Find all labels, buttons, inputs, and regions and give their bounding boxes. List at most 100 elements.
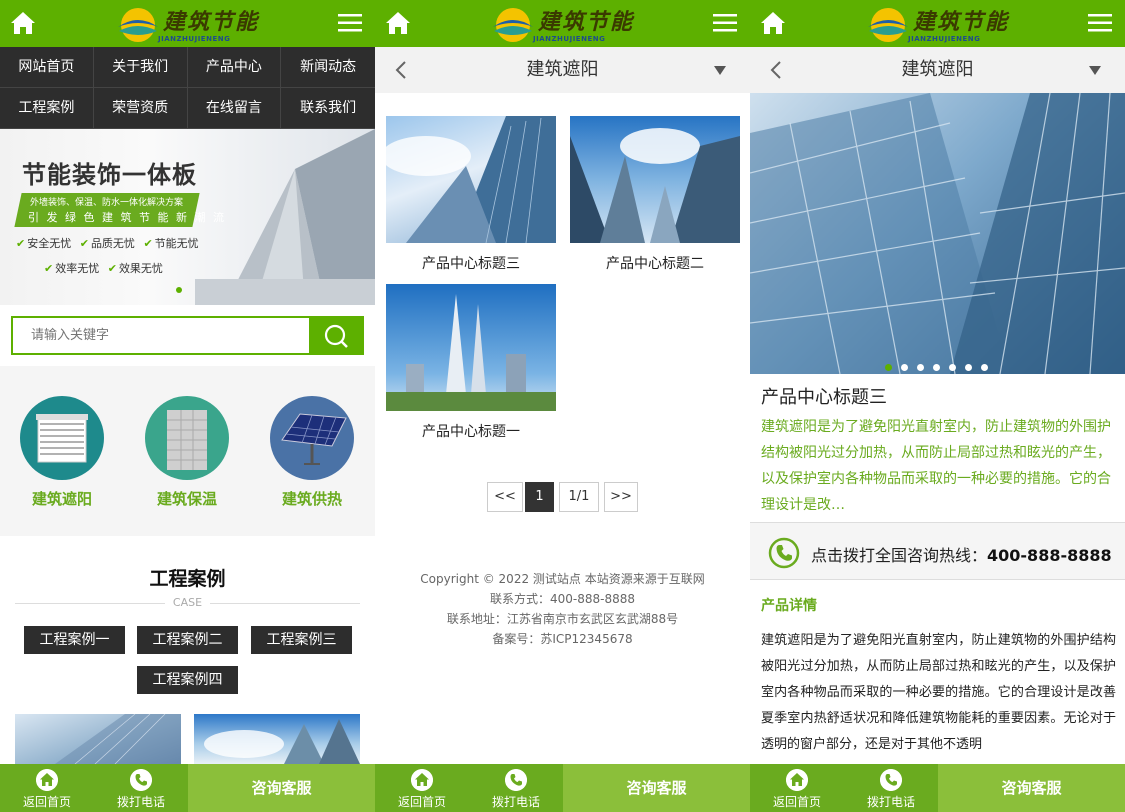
home-icon xyxy=(36,769,58,791)
hotline-number[interactable]: 400-888-8888 xyxy=(987,546,1112,565)
menu-icon[interactable] xyxy=(713,13,737,33)
case-image-2[interactable] xyxy=(194,714,360,764)
bottom-bar: 返回首页 拨打电话 咨询客服 xyxy=(750,764,1125,812)
search-input[interactable] xyxy=(13,318,311,353)
nav-item-about[interactable]: 关于我们 xyxy=(93,47,188,88)
hero-dot[interactable] xyxy=(965,364,972,371)
phone-icon xyxy=(768,537,800,569)
top-bar: 建筑节能 JIANZHUJIENENG xyxy=(750,0,1125,47)
phone-icon xyxy=(505,769,527,791)
logo-emblem-icon xyxy=(868,8,908,42)
consult-button[interactable]: 咨询客服 xyxy=(563,764,750,812)
logo-subtext: JIANZHUJIENENG xyxy=(908,35,981,43)
hotline-label: 点击拨打全国咨询热线： xyxy=(811,546,988,565)
footer-address: 联系地址：江苏省南京市玄武区玄武湖88号 xyxy=(446,612,679,626)
product-card[interactable]: 产品中心标题二 xyxy=(570,116,740,273)
logo[interactable]: 建筑节能 JIANZHUJIENENG xyxy=(115,2,265,46)
category-label: 建筑供热 xyxy=(281,490,342,508)
banner-pager-dot[interactable] xyxy=(176,287,182,293)
hero-pager-dots xyxy=(885,356,997,374)
footer-icp: 备案号：苏ICP12345678 xyxy=(492,632,633,646)
footer-phone: 联系方式：400-888-8888 xyxy=(489,592,635,606)
nav-item-home[interactable]: 网站首页 xyxy=(0,47,94,88)
hero-dot[interactable] xyxy=(981,364,988,371)
case-button-1[interactable]: 工程案例一 xyxy=(24,626,125,654)
main-nav: 网站首页 关于我们 产品中心 新闻动态 工程案例 荣营资质 在线留言 联系我们 xyxy=(0,47,375,129)
home-screen: 建筑节能 JIANZHUJIENENG 网站首页 关于我们 产品中心 新闻动态 … xyxy=(0,0,375,812)
bottom-call-button[interactable]: 拨打电话 xyxy=(844,764,938,812)
sub-header: 建筑遮阳 xyxy=(375,47,750,93)
category-insulation[interactable]: 建筑保温 xyxy=(145,396,229,509)
consult-button[interactable]: 咨询客服 xyxy=(938,764,1125,812)
logo-text: 建筑节能 xyxy=(163,9,260,35)
hero-dot[interactable] xyxy=(933,364,940,371)
product-detail-screen: 建筑节能 JIANZHUJIENENG 建筑遮阳 产品中心标题三 建筑遮阳是为了… xyxy=(750,0,1125,812)
bottom-home-button[interactable]: 返回首页 xyxy=(0,764,94,812)
home-icon[interactable] xyxy=(385,10,411,36)
nav-item-products[interactable]: 产品中心 xyxy=(187,47,282,88)
menu-icon[interactable] xyxy=(338,13,362,33)
check-quality: 品质无忧 xyxy=(90,237,135,250)
product-list-screen: 建筑节能 JIANZHUJIENENG 建筑遮阳 产品中心标题三 产品中心标题二… xyxy=(375,0,750,812)
logo-emblem-icon xyxy=(118,8,158,42)
bottom-home-button[interactable]: 返回首页 xyxy=(375,764,469,812)
nav-item-news[interactable]: 新闻动态 xyxy=(281,47,375,88)
case-button-3[interactable]: 工程案例三 xyxy=(251,626,352,654)
category-heating[interactable]: 建筑供热 xyxy=(270,396,354,509)
pager-next-button[interactable]: >> xyxy=(604,482,638,512)
banner-subtitle-2: 引 发 绿 色 建 筑 节 能 新 潮 流 xyxy=(28,211,226,224)
hero-dot[interactable] xyxy=(901,364,908,371)
bottom-call-label: 拨打电话 xyxy=(866,795,915,809)
home-icon[interactable] xyxy=(10,10,36,36)
bottom-home-button[interactable]: 返回首页 xyxy=(750,764,844,812)
chevron-down-icon[interactable] xyxy=(714,66,726,75)
detail-body: 建筑遮阳是为了避免阳光直射室内，防止建筑物的外围护结构被阳光过分加热，从而防止局… xyxy=(761,633,1116,752)
category-label: 建筑保温 xyxy=(156,490,217,508)
nav-item-message[interactable]: 在线留言 xyxy=(187,88,282,129)
case-button-2[interactable]: 工程案例二 xyxy=(137,626,238,654)
hero-dot[interactable] xyxy=(917,364,924,371)
logo[interactable]: 建筑节能 JIANZHUJIENENG xyxy=(865,2,1015,46)
bottom-call-button[interactable]: 拨打电话 xyxy=(469,764,563,812)
menu-icon[interactable] xyxy=(1088,13,1112,33)
nav-item-honors[interactable]: 荣营资质 xyxy=(93,88,188,129)
case-button-4[interactable]: 工程案例四 xyxy=(137,666,238,694)
logo-text: 建筑节能 xyxy=(913,9,1010,35)
home-icon xyxy=(786,769,808,791)
search-button[interactable] xyxy=(309,318,362,353)
product-image xyxy=(386,116,556,243)
logo-text: 建筑节能 xyxy=(538,9,635,35)
bottom-call-label: 拨打电话 xyxy=(491,795,540,809)
pager-current-page[interactable]: 1 xyxy=(525,482,554,512)
back-chevron-icon[interactable] xyxy=(395,61,407,79)
product-title: 产品中心标题三 xyxy=(761,387,887,408)
nav-item-cases[interactable]: 工程案例 xyxy=(0,88,94,129)
check-safe: 安全无忧 xyxy=(27,237,72,250)
top-bar: 建筑节能 JIANZHUJIENENG xyxy=(375,0,750,47)
product-card[interactable]: 产品中心标题一 xyxy=(386,284,556,441)
hero-dot[interactable] xyxy=(949,364,956,371)
shading-icon xyxy=(20,396,104,480)
top-bar: 建筑节能 JIANZHUJIENENG xyxy=(0,0,375,47)
nav-item-contact[interactable]: 联系我们 xyxy=(281,88,375,129)
pager-prev-button[interactable]: << xyxy=(487,482,523,512)
category-shading[interactable]: 建筑遮阳 xyxy=(20,396,104,509)
banner-title: 节能装饰一体板 xyxy=(22,161,197,189)
pager-total: 1/1 xyxy=(559,482,599,512)
consult-button[interactable]: 咨询客服 xyxy=(188,764,375,812)
product-card[interactable]: 产品中心标题三 xyxy=(386,116,556,273)
logo-subtext: JIANZHUJIENENG xyxy=(533,35,606,43)
banner-checks-row-1: ✔ 安全无忧 ✔ 品质无忧 ✔ 节能无忧 xyxy=(16,237,199,250)
chevron-down-icon[interactable] xyxy=(1089,66,1101,75)
logo-emblem-icon xyxy=(493,8,533,42)
bottom-call-button[interactable]: 拨打电话 xyxy=(94,764,188,812)
case-image-1[interactable] xyxy=(15,714,181,764)
hotline-bar[interactable]: 点击拨打全国咨询热线：400-888-8888 xyxy=(750,522,1125,580)
back-chevron-icon[interactable] xyxy=(770,61,782,79)
logo[interactable]: 建筑节能 JIANZHUJIENENG xyxy=(490,2,640,46)
product-hero-image[interactable] xyxy=(750,93,1125,374)
product-title: 产品中心标题三 xyxy=(422,256,520,272)
home-banner[interactable]: 节能装饰一体板 外墙装饰、保温、防水一体化解决方案 引 发 绿 色 建 筑 节 … xyxy=(0,129,375,305)
hero-dot[interactable] xyxy=(885,364,892,371)
home-icon[interactable] xyxy=(760,10,786,36)
